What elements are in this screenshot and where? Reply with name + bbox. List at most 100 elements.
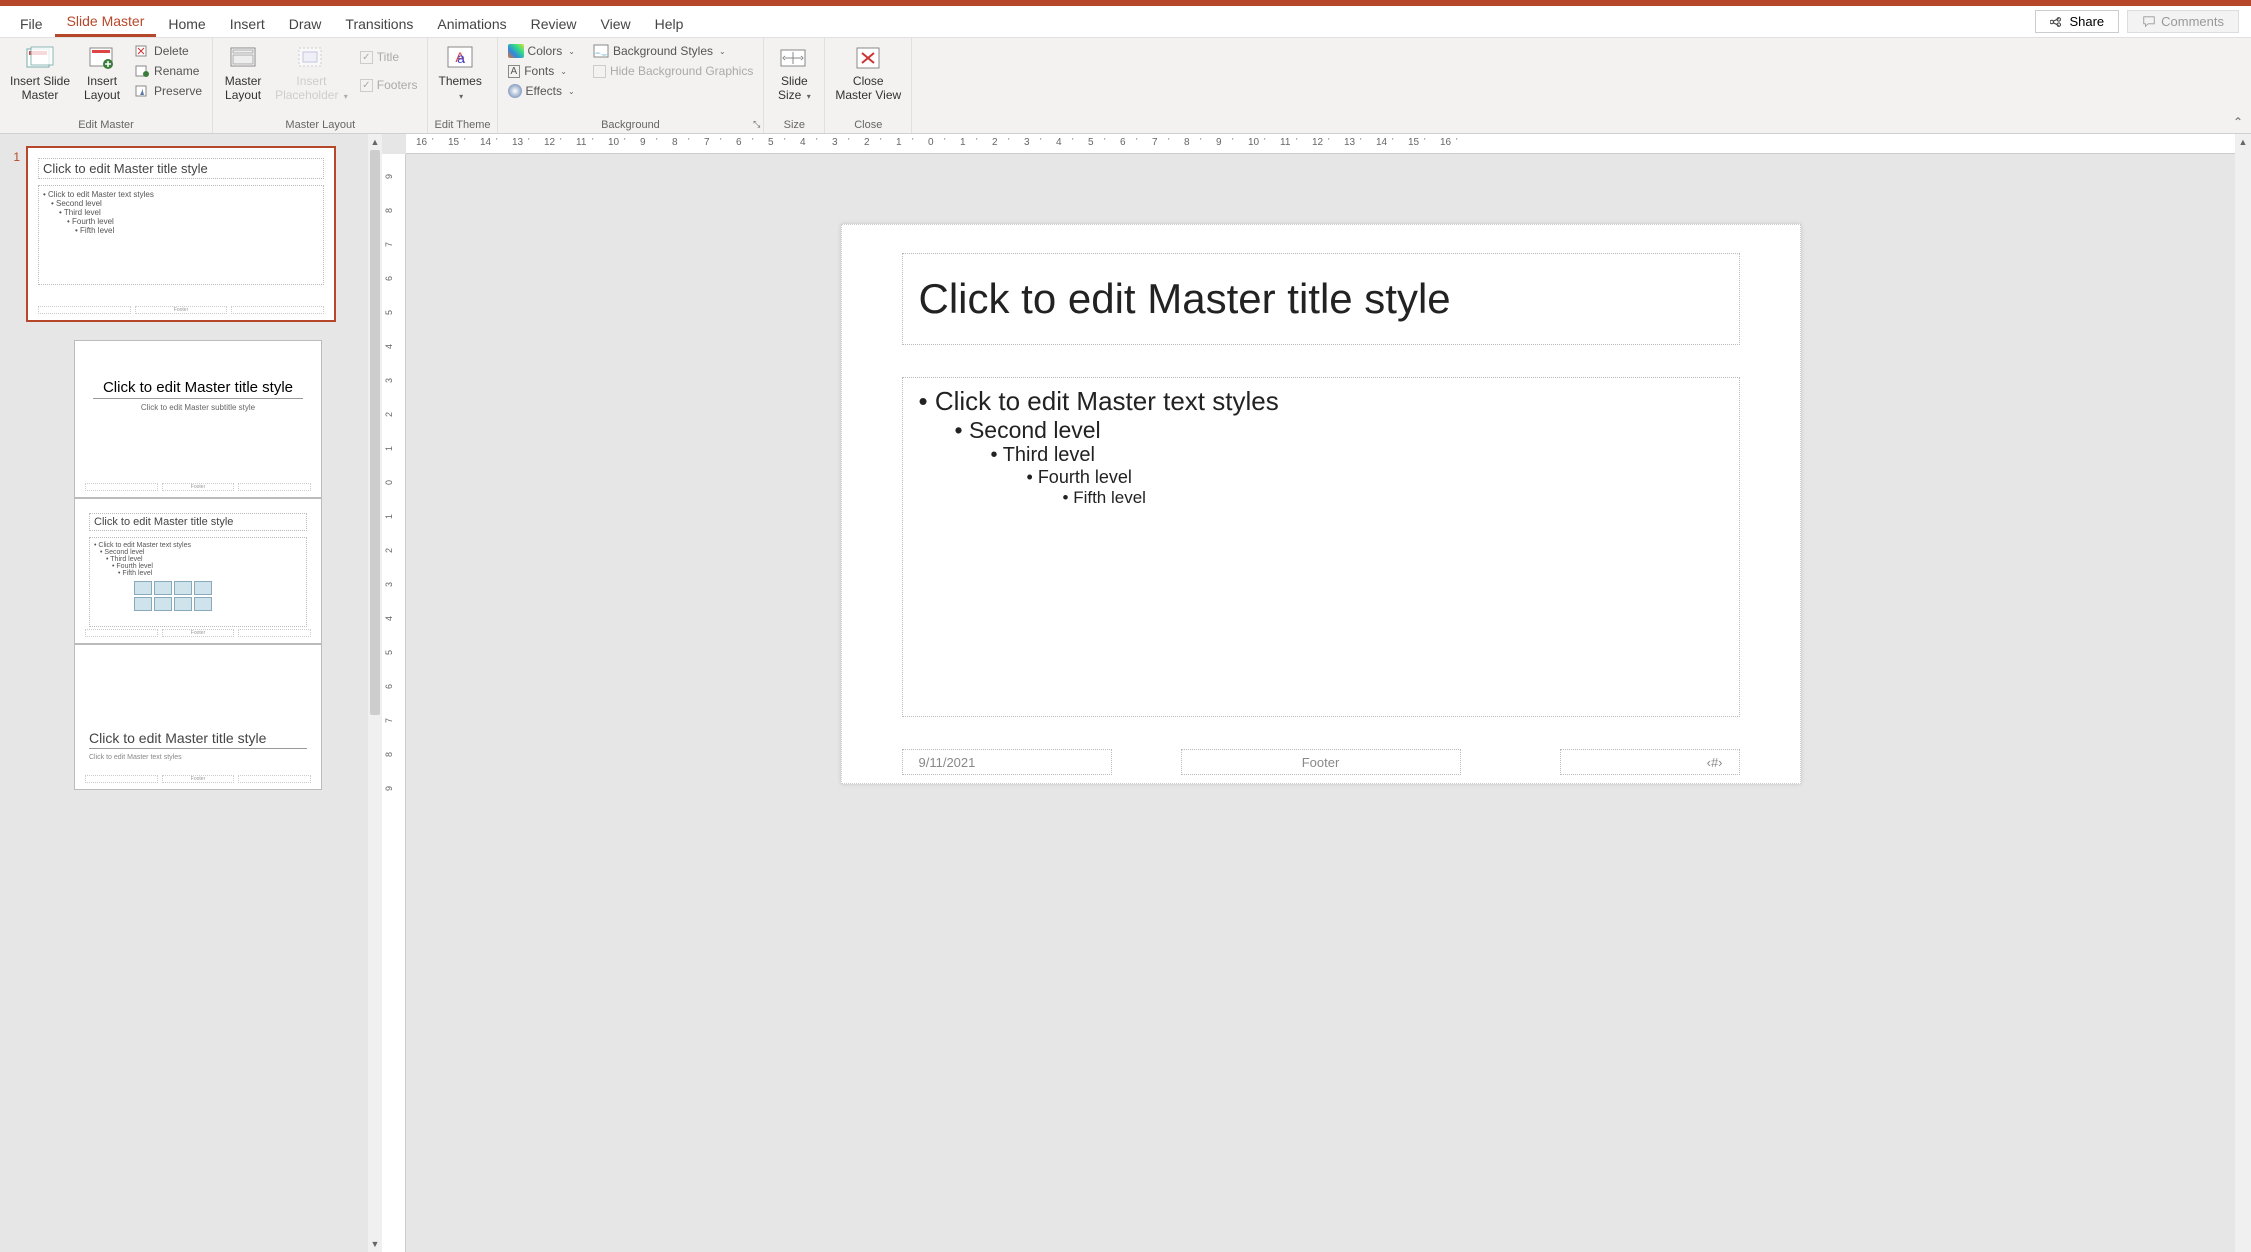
effects-label: Effects xyxy=(526,84,562,98)
hide-background-label: Hide Background Graphics xyxy=(610,64,753,78)
master-title-placeholder[interactable]: Click to edit Master title style xyxy=(902,253,1740,345)
tab-home[interactable]: Home xyxy=(156,10,217,37)
thumb-text-placeholder: Click to edit Master text styles xyxy=(89,754,182,761)
body-text-level-1: Click to edit Master text styles xyxy=(919,386,1723,417)
edit-master-group-label: Edit Master xyxy=(6,117,206,133)
rename-button[interactable]: Rename xyxy=(130,62,206,80)
thumb-footers: Footer xyxy=(85,775,311,783)
ribbon-group-master-layout: Master Layout Insert Placeholder ▾ ✓ Tit… xyxy=(213,38,428,133)
master-body-placeholder[interactable]: Click to edit Master text styles Second … xyxy=(902,377,1740,717)
delete-label: Delete xyxy=(154,44,189,58)
editor-pane: 9876543210123456789 16'15'14'13'12'11'10… xyxy=(382,134,2251,1252)
thumb-subtitle-placeholder: Click to edit Master subtitle style xyxy=(89,403,307,412)
close-master-label: Close Master View xyxy=(835,74,901,103)
master-layout-icon xyxy=(229,46,257,70)
vertical-ruler[interactable]: 9876543210123456789 xyxy=(382,154,406,1252)
master-layout-group-label: Master Layout xyxy=(219,117,421,133)
rename-label: Rename xyxy=(154,64,199,78)
body-text-level-2: Second level xyxy=(919,417,1723,444)
scroll-down-arrow-icon[interactable]: ▼ xyxy=(368,1236,382,1252)
thumb-title-placeholder: Click to edit Master title style xyxy=(93,379,303,399)
ribbon-group-close: Close Master View Close xyxy=(825,38,912,133)
background-dialog-launcher[interactable]: ⤡ xyxy=(753,119,760,130)
ribbon-collapse-button[interactable]: ⌃ xyxy=(2233,115,2243,129)
insert-placeholder-button[interactable]: Insert Placeholder ▾ xyxy=(271,42,352,105)
slide-number-placeholder[interactable]: ‹#› xyxy=(1560,749,1740,775)
share-label: Share xyxy=(2069,14,2104,29)
preserve-icon xyxy=(134,84,150,98)
tab-draw[interactable]: Draw xyxy=(277,10,334,37)
chevron-down-icon: ⌄ xyxy=(719,47,726,56)
themes-button[interactable]: Aa Themes▾ xyxy=(434,42,485,105)
slide-master-thumbnail[interactable]: Click to edit Master title style • Click… xyxy=(26,146,336,322)
checkbox-icon xyxy=(593,65,606,78)
scrollbar-track[interactable] xyxy=(368,150,382,1236)
main-area: 1 Click to edit Master title style • Cli… xyxy=(0,134,2251,1252)
scrollbar-track[interactable] xyxy=(2235,150,2251,1252)
ribbon-group-background: Colors ⌄ A Fonts ⌄ Effects ⌄ Background xyxy=(498,38,765,133)
delete-icon xyxy=(134,44,150,58)
insert-slide-master-label: Insert Slide Master xyxy=(10,74,70,103)
edit-theme-group-label: Edit Theme xyxy=(434,117,490,133)
insert-slide-master-button[interactable]: Insert Slide Master xyxy=(6,42,74,105)
preserve-label: Preserve xyxy=(154,84,202,98)
checkbox-icon: ✓ xyxy=(360,79,373,92)
background-styles-label: Background Styles xyxy=(613,44,713,58)
master-layout-label: Master Layout xyxy=(225,74,262,103)
title-checkbox-label: Title xyxy=(377,50,399,64)
horizontal-ruler[interactable]: 16'15'14'13'12'11'10'9'8'7'6'5'4'3'2'1'0… xyxy=(406,134,2235,154)
insert-layout-label: Insert Layout xyxy=(84,74,120,103)
thumb-footers: Footer xyxy=(85,629,311,637)
editor-vertical-scrollbar[interactable]: ▲ xyxy=(2235,134,2251,1252)
insert-placeholder-icon xyxy=(297,46,325,70)
tab-help[interactable]: Help xyxy=(643,10,696,37)
slide-size-label: Slide Size ▾ xyxy=(778,74,811,103)
slide-canvas-area[interactable]: 16'15'14'13'12'11'10'9'8'7'6'5'4'3'2'1'0… xyxy=(406,134,2235,1252)
comment-icon xyxy=(2142,15,2156,29)
thumb-body-placeholder: • Click to edit Master text styles • Sec… xyxy=(89,537,307,627)
scroll-up-arrow-icon[interactable]: ▲ xyxy=(368,134,382,150)
fonts-label: Fonts xyxy=(524,64,554,78)
hide-background-checkbox: Hide Background Graphics xyxy=(589,62,757,80)
layout-thumbnail-title-content[interactable]: Click to edit Master title style • Click… xyxy=(74,498,322,644)
scrollbar-thumb[interactable] xyxy=(370,150,380,715)
effects-icon xyxy=(508,84,522,98)
preserve-button[interactable]: Preserve xyxy=(130,82,206,100)
colors-button[interactable]: Colors ⌄ xyxy=(504,42,579,60)
tab-insert[interactable]: Insert xyxy=(218,10,277,37)
tab-view[interactable]: View xyxy=(589,10,643,37)
layout-thumbnail-section-header[interactable]: Click to edit Master title style Click t… xyxy=(74,644,322,790)
slide-master-canvas[interactable]: Click to edit Master title style Click t… xyxy=(841,224,1801,784)
share-icon xyxy=(2050,15,2064,29)
thumbnails-scrollbar[interactable]: ▲ ▼ xyxy=(368,134,382,1252)
insert-slide-master-icon xyxy=(25,45,55,71)
tab-review[interactable]: Review xyxy=(519,10,589,37)
date-placeholder[interactable]: 9/11/2021 xyxy=(902,749,1112,775)
close-master-view-button[interactable]: Close Master View xyxy=(831,42,905,105)
tab-transitions[interactable]: Transitions xyxy=(333,10,425,37)
footer-placeholder[interactable]: Footer xyxy=(1181,749,1461,775)
chevron-down-icon: ⌄ xyxy=(568,87,575,96)
fonts-button[interactable]: A Fonts ⌄ xyxy=(504,62,579,80)
delete-button[interactable]: Delete xyxy=(130,42,206,60)
content-placeholder-icons xyxy=(134,581,302,611)
themes-label: Themes▾ xyxy=(438,74,481,103)
footers-checkbox-label: Footers xyxy=(377,78,418,92)
background-styles-button[interactable]: Background Styles ⌄ xyxy=(589,42,757,60)
comments-button[interactable]: Comments xyxy=(2127,10,2239,33)
effects-button[interactable]: Effects ⌄ xyxy=(504,82,579,100)
share-button[interactable]: Share xyxy=(2035,10,2119,33)
slide-size-button[interactable]: Slide Size ▾ xyxy=(770,42,818,105)
ruler-scroll-up-icon[interactable]: ▲ xyxy=(2235,134,2251,150)
tab-file[interactable]: File xyxy=(8,10,55,37)
thumb-title-placeholder: Click to edit Master title style xyxy=(38,158,324,179)
layout-thumbnail-title-slide[interactable]: Click to edit Master title style Click t… xyxy=(74,340,322,498)
background-styles-icon xyxy=(593,44,609,58)
insert-layout-button[interactable]: Insert Layout xyxy=(78,42,126,105)
thumbnails-pane[interactable]: 1 Click to edit Master title style • Cli… xyxy=(0,134,368,1252)
tab-animations[interactable]: Animations xyxy=(425,10,518,37)
master-layout-button[interactable]: Master Layout xyxy=(219,42,267,105)
master-thumbnail-number: 1 xyxy=(8,146,26,164)
footers-checkbox: ✓ Footers xyxy=(356,76,422,94)
tab-slide-master[interactable]: Slide Master xyxy=(55,7,157,37)
